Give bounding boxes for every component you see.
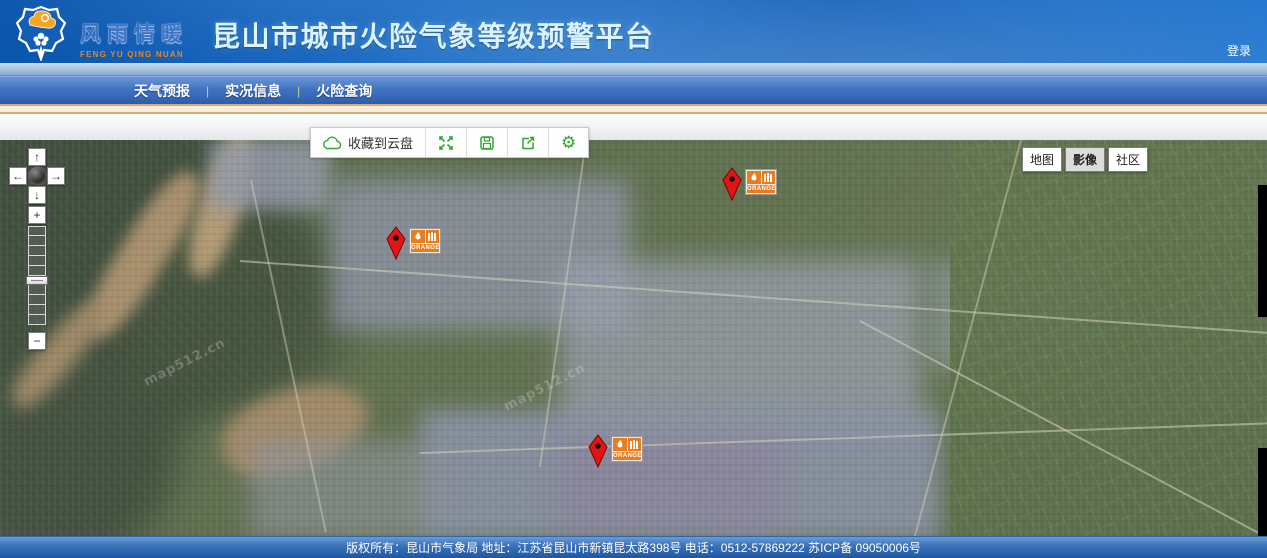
map-texture-overlay	[0, 140, 1267, 536]
share-button[interactable]	[507, 128, 548, 157]
expand-arrows-icon	[438, 135, 454, 151]
save-to-cloud-label: 收藏到云盘	[348, 133, 413, 152]
nav-item-weather-forecast[interactable]: 天气预报	[134, 81, 190, 101]
match-bars-icon	[426, 230, 440, 243]
zoom-level-segment[interactable]	[28, 315, 46, 325]
map-type-button-imagery[interactable]: 影像	[1065, 147, 1105, 172]
map-pin-icon	[386, 226, 406, 260]
fullscreen-button[interactable]	[425, 128, 466, 157]
warning-panel: ORANGE	[611, 436, 643, 462]
fire-warning-marker[interactable]: ORANGE	[588, 434, 643, 468]
map-pin-icon	[588, 434, 608, 468]
warning-level-label: ORANGE	[411, 244, 439, 252]
gear-icon: ⚙	[561, 134, 576, 151]
zoom-level-segment[interactable]	[28, 285, 46, 295]
zoom-slider-handle[interactable]	[26, 276, 48, 285]
login-link[interactable]: 登录	[1227, 42, 1251, 59]
warning-panel: ORANGE	[745, 169, 777, 195]
warning-icons	[613, 438, 641, 451]
warning-level-label: ORANGE	[747, 185, 775, 193]
share-export-icon	[520, 135, 536, 151]
tan-divider-strip	[0, 104, 1267, 114]
fire-warning-marker[interactable]: ORANGE	[722, 167, 777, 201]
warning-level-label: ORANGE	[613, 452, 641, 460]
map-type-switcher: 地图 影像 社区	[1022, 147, 1148, 172]
logo-text-block: 风雨情暖 FENG YU QING NUAN	[80, 18, 188, 59]
logo-title: 风雨情暖	[80, 18, 188, 48]
match-bars-icon	[762, 171, 776, 184]
nav-item-live-info[interactable]: 实况信息	[225, 81, 281, 101]
content-top-strip	[0, 114, 1267, 140]
save-disk-icon	[479, 135, 495, 151]
zoom-slider-track	[28, 226, 46, 325]
map-canvas[interactable]: map512.cn map512.cn 地图 影像 社区 ↑ ← → ↓ + −	[0, 140, 1267, 536]
zoom-level-segment[interactable]	[28, 295, 46, 305]
fire-warning-marker[interactable]: ORANGE	[386, 226, 441, 260]
zoom-level-segment[interactable]	[28, 236, 46, 246]
platform-logo-icon	[16, 5, 66, 61]
main-nav: 天气预报 | 实况信息 | 火险查询	[0, 76, 1267, 104]
pan-right-button[interactable]: →	[47, 167, 65, 185]
settings-button[interactable]: ⚙	[548, 128, 588, 157]
map-toolbar: 收藏到云盘	[310, 127, 589, 158]
pan-up-button[interactable]: ↑	[28, 148, 46, 166]
warning-icons	[747, 171, 775, 184]
page-title: 昆山市城市火险气象等级预警平台	[212, 15, 655, 55]
map-missing-tile	[1258, 448, 1267, 536]
header-divider-strip	[0, 63, 1267, 76]
nav-item-fire-risk-query[interactable]: 火险查询	[316, 81, 372, 101]
zoom-in-button[interactable]: +	[28, 206, 46, 224]
globe-reset-button[interactable]	[28, 166, 47, 185]
nav-separator: |	[190, 84, 225, 98]
zoom-level-segment[interactable]	[28, 266, 46, 276]
footer: 版权所有：昆山市气象局 地址：江苏省昆山市新镇昆太路398号 电话：0512-5…	[0, 536, 1267, 558]
zoom-level-segment[interactable]	[28, 256, 46, 266]
flame-icon	[411, 230, 425, 243]
flame-icon	[747, 171, 761, 184]
zoom-level-segment[interactable]	[28, 226, 46, 236]
pan-left-button[interactable]: ←	[9, 167, 27, 185]
logo-subtitle: FENG YU QING NUAN	[80, 50, 188, 59]
warning-icons	[411, 230, 439, 243]
zoom-out-button[interactable]: −	[28, 332, 46, 350]
zoom-level-segment[interactable]	[28, 246, 46, 256]
header: 风雨情暖 FENG YU QING NUAN 昆山市城市火险气象等级预警平台 登…	[0, 0, 1267, 63]
warning-panel: ORANGE	[409, 228, 441, 254]
nav-separator: |	[281, 84, 316, 98]
footer-copyright-text: 版权所有：昆山市气象局 地址：江苏省昆山市新镇昆太路398号 电话：0512-5…	[346, 541, 921, 555]
match-bars-icon	[628, 438, 642, 451]
flame-icon	[613, 438, 627, 451]
zoom-level-segment[interactable]	[28, 305, 46, 315]
map-missing-tile	[1258, 185, 1267, 317]
save-image-button[interactable]	[466, 128, 507, 157]
cloud-icon	[323, 136, 342, 150]
app-window: 风雨情暖 FENG YU QING NUAN 昆山市城市火险气象等级预警平台 登…	[0, 0, 1267, 558]
save-to-cloud-button[interactable]: 收藏到云盘	[311, 128, 425, 157]
map-pin-icon	[722, 167, 742, 201]
pan-down-button[interactable]: ↓	[28, 186, 46, 204]
map-type-button-map[interactable]: 地图	[1022, 147, 1062, 172]
map-type-button-community[interactable]: 社区	[1108, 147, 1148, 172]
